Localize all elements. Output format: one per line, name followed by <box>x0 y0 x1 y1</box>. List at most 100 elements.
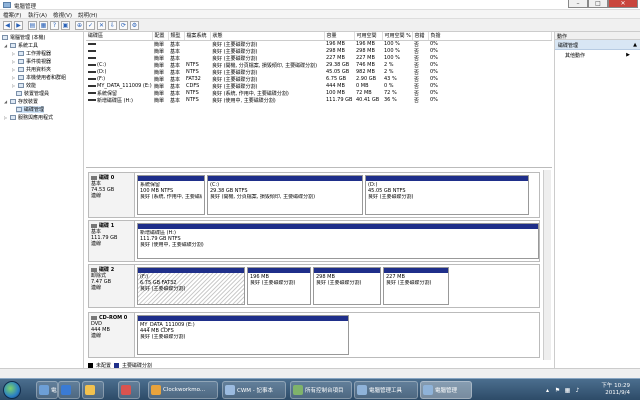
table-row[interactable]: 簡單 基本 良好 (主要磁碟分割) 227 MB 227 MB 100 % 否 0% <box>86 55 552 62</box>
refresh-icon[interactable]: ⟳ <box>119 21 128 30</box>
more-actions-item[interactable]: 其他動作 ▶ <box>555 50 640 61</box>
taskbar-button[interactable]: 電腦管理工具 <box>354 381 418 399</box>
taskbar-button[interactable]: 電腦管理 <box>420 381 472 399</box>
partition[interactable]: 新增磁碟區 (H:) 111.79 GB NTFS 良好 (使用中, 主要磁碟分割) <box>137 223 539 259</box>
column-header[interactable]: 可用空間 % <box>382 32 413 41</box>
table-row[interactable]: 簡單 基本 良好 (主要磁碟分割) 298 MB 298 MB 100 % 否 0% <box>86 48 552 55</box>
network-icon[interactable]: ▦ <box>564 387 571 394</box>
flag-icon[interactable]: ⚑ <box>554 387 561 394</box>
table-cell: 基本 <box>170 83 181 90</box>
table-cell: 簡單 <box>154 97 165 104</box>
disk-icon <box>91 268 97 272</box>
back-arrow-icon[interactable]: ◀ <box>3 21 12 30</box>
expand-icon[interactable]: ▷ <box>12 67 16 72</box>
partition[interactable]: 196 MB 良好 (主要磁碟分割) <box>247 267 311 305</box>
column-header[interactable]: 檔案系統 <box>184 32 211 41</box>
disk-row[interactable]: CD-ROM 0 DVD 444 MB 連線 MY_DATA_111009 (E… <box>88 312 540 358</box>
tree-item[interactable]: ▷ 本機使用者和群組 <box>12 74 66 81</box>
column-header[interactable]: 類型 <box>168 32 185 41</box>
up-folder-icon[interactable]: ▤ <box>28 21 37 30</box>
disk-view-scrollbar[interactable] <box>543 170 551 360</box>
tree-item[interactable]: ▷ 共用資料夾 <box>12 66 51 73</box>
taskbar: 電腦 Clockworkmo...CWM - 記事本所有控制台項目電腦管理工具電腦… <box>0 378 640 400</box>
maximize-button[interactable]: □ <box>588 0 608 8</box>
table-row[interactable]: 系統保留 簡單 基本 NTFS 良好 (系統, 作用中, 主要磁碟分割) 100 MB 72… <box>86 90 552 97</box>
table-cell: 2.90 GB <box>356 76 377 82</box>
table-row[interactable]: (C:) 簡單 基本 NTFS 良好 (開機, 分頁檔案, 損毀傾印, 主要磁碟分割) 2… <box>86 62 552 69</box>
table-row[interactable]: (D:) 簡單 基本 NTFS 良好 (主要磁碟分割) 45.05 GB 982 MB 2 %… <box>86 69 552 76</box>
menu-action[interactable]: 執行(A) <box>28 11 47 19</box>
volume-name-cell <box>86 48 152 55</box>
partition-selected[interactable]: (F:) 6.75 GB FAT32 良好 (主要磁碟分割) <box>137 267 245 305</box>
close-button[interactable]: ✕ <box>608 0 638 8</box>
tree-item[interactable]: 裝置管理員 <box>16 90 49 97</box>
table-cell: 0% <box>430 62 438 68</box>
help-icon[interactable]: ? <box>50 21 59 30</box>
partition[interactable]: 298 MB 良好 (主要磁碟分割) <box>313 267 381 305</box>
minimize-button[interactable]: – <box>568 0 588 8</box>
column-header[interactable]: 負擔 <box>428 32 552 41</box>
table-row[interactable]: 簡單 基本 良好 (主要磁碟分割) 196 MB 196 MB 100 % 否 0% <box>86 40 552 48</box>
tree-item[interactable]: ◢ 系統工具 <box>4 42 38 49</box>
show-hide-tree-icon[interactable]: ▦ <box>39 21 48 30</box>
start-button[interactable] <box>3 381 21 399</box>
partition[interactable]: 系統保留100 MB NTFS良好 (系統, 作用中, 主要磁碟分割) <box>137 175 205 215</box>
partition[interactable]: 227 MB 良好 (主要磁碟分割) <box>383 267 449 305</box>
expand-icon[interactable]: ▷ <box>12 75 16 80</box>
expand-icon[interactable]: ▷ <box>4 115 8 120</box>
show-hidden-icons-icon[interactable]: ▴ <box>544 387 551 394</box>
column-header[interactable]: 磁碟區 <box>86 32 153 41</box>
volume-icon[interactable]: ♪ <box>574 387 581 394</box>
expand-icon[interactable]: ▷ <box>12 51 16 56</box>
taskbar-button[interactable] <box>118 381 140 399</box>
delete-icon[interactable]: ✕ <box>97 21 106 30</box>
tree-item[interactable]: ◢ 存放裝置 <box>4 98 38 105</box>
check-icon[interactable]: ✓ <box>86 21 95 30</box>
tree-item[interactable]: ▷ 效能 <box>12 82 36 89</box>
expand-icon[interactable]: ◢ <box>4 43 8 48</box>
collapse-arrow-icon[interactable]: ▲ <box>633 42 637 48</box>
expand-icon[interactable]: ◢ <box>4 99 8 104</box>
disk-row[interactable]: 磁碟 0 基本 74.53 GB 連線 系統保留 100 MB NTFS 良好 (系… <box>88 172 540 218</box>
system-tray: ▴ ⚑ ▦ ♪ 下午 10:29 2011/9/4 <box>540 381 640 399</box>
tree-item-disk-management[interactable]: 磁碟管理 <box>16 106 45 113</box>
table-row[interactable]: (F:) 簡單 基本 FAT32 良好 (主要磁碟分割) 6.75 GB 2.90 GB 43… <box>86 76 552 83</box>
disk-row[interactable]: 磁碟 1 基本 111.79 GB 連線 新增磁碟區 (H:) 111.79 GB… <box>88 220 540 262</box>
table-row[interactable]: 新增磁碟區 (H:) 簡單 基本 NTFS 良好 (使用中, 主要磁碟分割) 111.79… <box>86 97 552 104</box>
column-header[interactable]: 容錯 <box>412 32 429 41</box>
column-header[interactable]: 可用空間 <box>354 32 383 41</box>
properties-icon[interactable]: ▣ <box>61 21 70 30</box>
menu-file[interactable]: 檔案(F) <box>3 11 21 19</box>
column-header[interactable]: 容量 <box>324 32 355 41</box>
expand-icon[interactable]: ▷ <box>12 59 16 64</box>
tree-item[interactable]: ▷ 工作排程器 <box>12 50 51 57</box>
disk-row[interactable]: 磁碟 2 卸除式 7.47 GB 連線 (F:) 6.75 GB FAT32 良好 … <box>88 264 540 308</box>
taskbar-button[interactable]: 電腦 <box>36 381 58 399</box>
actions-section[interactable]: 磁碟管理 ▲ <box>555 40 640 50</box>
column-header[interactable]: 配置 <box>152 32 169 41</box>
tree-item[interactable]: 電腦管理 (本機) <box>2 34 46 41</box>
table-cell: 簡單 <box>154 48 165 55</box>
volume-name-cell <box>86 55 152 62</box>
clock[interactable]: 下午 10:29 2011/9/4 <box>601 383 630 397</box>
table-row[interactable]: MY_DATA_111009 (E:) 簡單 基本 CDFS 良好 (主要磁碟分割) 44… <box>86 83 552 90</box>
taskbar-button[interactable] <box>82 381 104 399</box>
expand-icon[interactable]: ▷ <box>12 83 16 88</box>
tree-item[interactable]: ▷ 事件檢視器 <box>12 58 51 65</box>
column-header[interactable]: 狀態 <box>210 32 325 41</box>
settings-icon[interactable]: ⚙ <box>130 21 139 30</box>
taskbar-button[interactable]: Clockworkmo... <box>148 381 218 399</box>
taskbar-button[interactable]: CWM - 記事本 <box>222 381 286 399</box>
partition[interactable]: (D:) 45.05 GB NTFS 良好 (主要磁碟分割) <box>365 175 529 215</box>
menu-help[interactable]: 說明(H) <box>78 11 97 19</box>
taskbar-button[interactable] <box>58 381 80 399</box>
partition[interactable]: MY_DATA_111009 (E:) 444 MB CDFS 良好 (主要磁碟分割… <box>137 315 349 355</box>
menu-view[interactable]: 檢視(V) <box>53 11 72 19</box>
tree-item[interactable]: ▷ 服務與應用程式 <box>4 114 53 121</box>
services-icon <box>10 115 16 120</box>
partition[interactable]: (C:) 29.38 GB NTFS 良好 (開機, 分頁檔案, 損毀傾印, 主要磁… <box>207 175 363 215</box>
forward-arrow-icon[interactable]: ▶ <box>14 21 23 30</box>
export-icon[interactable]: ⇩ <box>108 21 117 30</box>
connect-icon[interactable]: ⊕ <box>75 21 84 30</box>
taskbar-button[interactable]: 所有控制台項目 <box>290 381 352 399</box>
